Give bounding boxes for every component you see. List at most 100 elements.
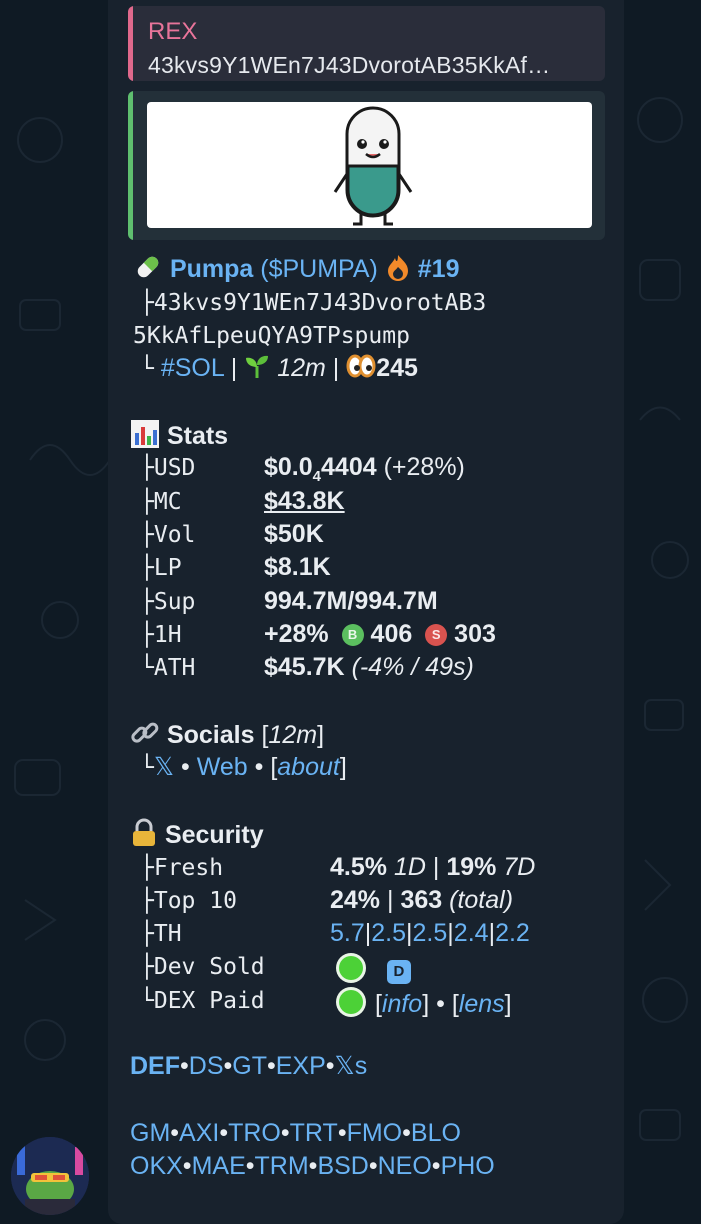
- link-separator: •: [266, 1052, 276, 1080]
- fresh-1d-unit: 1D: [393, 853, 426, 881]
- security-row-fresh: ├Fresh: [140, 852, 223, 883]
- trm-link[interactable]: TRM: [255, 1152, 309, 1180]
- tree-branch: ├: [140, 555, 154, 581]
- xs-link[interactable]: 𝕏s: [335, 1052, 368, 1080]
- gm-link[interactable]: GM: [130, 1119, 170, 1147]
- exp-link[interactable]: EXP: [276, 1052, 326, 1080]
- token-age: 12m: [277, 354, 326, 383]
- contract-line-1: ├43kvs9Y1WEn7J43DvorotAB3: [140, 287, 486, 318]
- security-title: Security: [164, 821, 264, 850]
- axi-link[interactable]: AXI: [179, 1119, 219, 1147]
- ath-detail: (-4% / 49s): [351, 653, 474, 681]
- th-value-link[interactable]: 2.4: [454, 919, 489, 947]
- security-row-dex: └DEX Paid: [140, 985, 265, 1016]
- gt-link[interactable]: GT: [232, 1052, 267, 1080]
- lens-link[interactable]: lens: [459, 990, 505, 1018]
- link-separator: •: [180, 1052, 189, 1080]
- tree-end: └: [140, 988, 154, 1014]
- tro-link[interactable]: TRO: [228, 1119, 281, 1147]
- chain-tag[interactable]: #SOL: [161, 354, 224, 382]
- web-link[interactable]: Web: [197, 753, 248, 781]
- security-label-dex: DEX Paid: [153, 988, 265, 1014]
- fire-icon: [385, 253, 411, 288]
- link-separator: •: [337, 1119, 347, 1147]
- token-name-link[interactable]: Pumpa: [170, 255, 253, 283]
- bracket-close: ]: [317, 721, 325, 750]
- reply-text: 43kvs9Y1WEn7J43DvorotAB35KkAf…: [148, 52, 551, 78]
- x-link[interactable]: 𝕏: [154, 753, 174, 781]
- paren-open: (: [260, 255, 269, 284]
- separator: |: [230, 354, 238, 383]
- security-value-top10: 24% | 363 (total): [330, 885, 513, 915]
- okx-link[interactable]: OKX: [130, 1152, 183, 1180]
- avatar[interactable]: [11, 1137, 89, 1215]
- link-separator: •: [170, 1119, 180, 1147]
- mae-link[interactable]: MAE: [192, 1152, 246, 1180]
- tree-end: └: [140, 356, 154, 383]
- th-value-link[interactable]: 2.5: [371, 919, 406, 947]
- bsd-link[interactable]: BSD: [317, 1152, 368, 1180]
- top10-total: 363: [400, 886, 443, 914]
- blo-link[interactable]: BLO: [411, 1119, 461, 1147]
- stats-header: Stats: [130, 419, 228, 456]
- top10-pct: 24%: [330, 886, 381, 914]
- tree-branch: ├: [140, 290, 154, 316]
- stat-value-lp: $8.1K: [264, 553, 331, 581]
- security-label-top10: Top 10: [153, 888, 237, 914]
- neo-link[interactable]: NEO: [378, 1152, 432, 1180]
- bracket-open: [: [451, 990, 459, 1019]
- ds-link[interactable]: DS: [189, 1052, 224, 1080]
- info-link[interactable]: info: [382, 990, 422, 1018]
- link-preview[interactable]: [128, 91, 605, 240]
- bracket-close: ]: [504, 990, 512, 1019]
- link-separator: •: [245, 1152, 255, 1180]
- stat-label-usd: USD: [153, 455, 196, 481]
- pho-link[interactable]: PHO: [441, 1152, 495, 1180]
- link-separator: •: [280, 1119, 290, 1147]
- dot-separator: •: [436, 990, 445, 1019]
- stat-label-lp: LP: [153, 555, 182, 581]
- token-ticker-link[interactable]: $PUMPA: [269, 255, 370, 283]
- contract-line-2: 5KkAfLpeuQYA9TPspump: [133, 320, 410, 351]
- th-value-link[interactable]: 5.7: [330, 919, 365, 947]
- link-separator: •: [431, 1152, 441, 1180]
- contract-address-part1[interactable]: 43kvs9Y1WEn7J43DvorotAB3: [154, 290, 486, 316]
- rank-link[interactable]: #19: [418, 255, 460, 283]
- stat-row-1h: ├1H: [140, 619, 182, 650]
- reply-sender: REX: [148, 18, 198, 45]
- usd-change: (+28%): [383, 453, 465, 481]
- separator: |: [432, 853, 440, 881]
- check-circle-icon: [334, 985, 368, 1026]
- security-label-dev: Dev Sold: [153, 954, 265, 980]
- h1-change: +28%: [264, 620, 329, 648]
- bracket-close: ]: [422, 990, 430, 1019]
- def-link[interactable]: DEF: [130, 1052, 180, 1080]
- sell-badge-icon: S: [425, 624, 448, 647]
- security-row-dev: ├Dev Sold: [140, 951, 265, 982]
- socials-title: Socials: [166, 721, 255, 750]
- stat-row-sup: ├Sup: [140, 586, 195, 617]
- stat-value-mc[interactable]: $43.8K: [264, 486, 345, 516]
- socials-age: 12m: [268, 721, 318, 750]
- reply-preview[interactable]: REX 43kvs9Y1WEn7J43DvorotAB35KkAf…: [128, 6, 605, 81]
- th-value-link[interactable]: 2.5: [413, 919, 448, 947]
- contract-address-part2[interactable]: 5KkAfLpeuQYA9TPspump: [133, 323, 410, 349]
- link-separator: •: [182, 1152, 192, 1180]
- links-row-1: DEF•DS•GT•EXP•𝕏s: [130, 1051, 367, 1081]
- token-image[interactable]: [147, 102, 592, 228]
- security-value-th: 5.7|2.5|2.5|2.4|2.2: [330, 918, 530, 948]
- separator: |: [387, 886, 394, 914]
- about-link[interactable]: about: [277, 753, 340, 781]
- tree-branch: ├: [140, 888, 154, 914]
- security-row-th: ├TH: [140, 918, 182, 949]
- stat-row-vol: ├Vol: [140, 519, 195, 550]
- th-value-link[interactable]: 2.2: [495, 919, 530, 947]
- trt-link[interactable]: TRT: [290, 1119, 338, 1147]
- link-icon: [130, 718, 160, 755]
- stat-label-ath: ATH: [153, 655, 196, 681]
- fmo-link[interactable]: FMO: [347, 1119, 403, 1147]
- pill-mascot-image: [333, 106, 413, 226]
- tree-branch: ├: [140, 589, 154, 615]
- sell-count: 303: [454, 620, 496, 648]
- pill-icon: [133, 252, 163, 289]
